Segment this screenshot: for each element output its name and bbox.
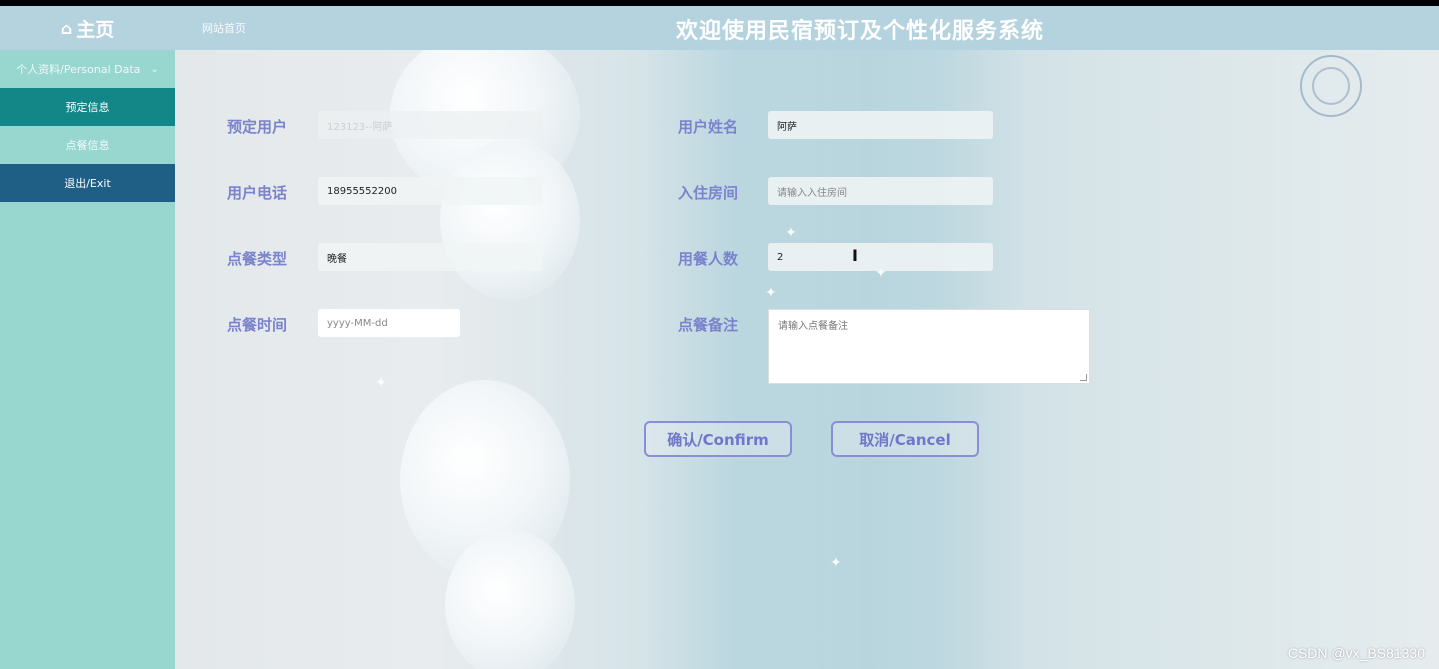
main-content: ✦ ✦ ✦ ✦ ✦ 预定用户 123123--阿萨 用户姓名 阿萨 用户电话 1… [175, 50, 1439, 669]
meal-type-select[interactable]: 晚餐 [318, 243, 543, 271]
booking-user-label: 预定用户 [227, 118, 288, 136]
background-cloud [440, 140, 580, 300]
meal-time-date-input[interactable]: yyyy-MM-dd [318, 309, 460, 337]
meal-type-label: 点餐类型 [227, 250, 288, 268]
sidebar-group-personal-data[interactable]: 个人资料/Personal Data ⌄ [0, 50, 175, 88]
page-title: 欢迎使用民宿预订及个性化服务系统 [675, 19, 1044, 44]
room-input[interactable]: 请输入入住房间 [768, 177, 993, 205]
sidebar-group-label: 个人资料/Personal Data [16, 63, 141, 76]
home-link[interactable]: ⌂ 主页 [0, 6, 175, 50]
meal-note-placeholder: 请输入点餐备注 [778, 321, 848, 332]
stamp-logo [1300, 55, 1362, 117]
home-icon: ⌂ [60, 18, 73, 38]
sidebar: 个人资料/Personal Data ⌄ 预定信息 点餐信息 退出/Exit [0, 50, 175, 669]
chevron-down-icon: ⌄ [150, 63, 159, 75]
sparkle-icon: ✦ [785, 225, 797, 241]
sparkle-icon: ✦ [830, 555, 842, 571]
home-label: 主页 [76, 18, 115, 41]
site-home-link[interactable]: 网站首页 [202, 20, 246, 36]
sidebar-item-exit[interactable]: 退出/Exit [0, 164, 175, 202]
sidebar-item-label: 预定信息 [65, 101, 110, 114]
meal-note-textarea[interactable]: 请输入点餐备注 [768, 309, 1090, 384]
booking-user-field[interactable]: 123123--阿萨 [318, 111, 543, 139]
background-cloud [445, 530, 575, 669]
user-phone-label: 用户电话 [227, 184, 288, 202]
cancel-button[interactable]: 取消/Cancel [831, 421, 979, 457]
sidebar-item-meal-info[interactable]: 点餐信息 [0, 126, 175, 164]
confirm-button[interactable]: 确认/Confirm [644, 421, 792, 457]
text-cursor-icon: I [852, 246, 858, 265]
watermark: CSDN @vx_BS81330 [1287, 645, 1425, 661]
sparkle-icon: ✦ [375, 375, 387, 391]
resize-handle-icon[interactable] [1080, 374, 1087, 381]
diners-label: 用餐人数 [678, 250, 739, 268]
user-phone-field[interactable]: 18955552200 [318, 177, 543, 205]
sidebar-item-booking-info[interactable]: 预定信息 [0, 88, 175, 126]
user-name-label: 用户姓名 [678, 118, 739, 136]
meal-time-label: 点餐时间 [227, 316, 288, 334]
meal-note-label: 点餐备注 [678, 316, 739, 334]
header-bar: ⌂ 主页 网站首页 欢迎使用民宿预订及个性化服务系统 [0, 6, 1439, 50]
sparkle-icon: ✦ [765, 285, 777, 301]
sidebar-item-label: 退出/Exit [64, 177, 111, 190]
sidebar-item-label: 点餐信息 [65, 139, 110, 152]
diners-input[interactable]: 2 [768, 243, 993, 271]
user-name-field[interactable]: 阿萨 [768, 111, 993, 139]
room-label: 入住房间 [678, 184, 739, 202]
